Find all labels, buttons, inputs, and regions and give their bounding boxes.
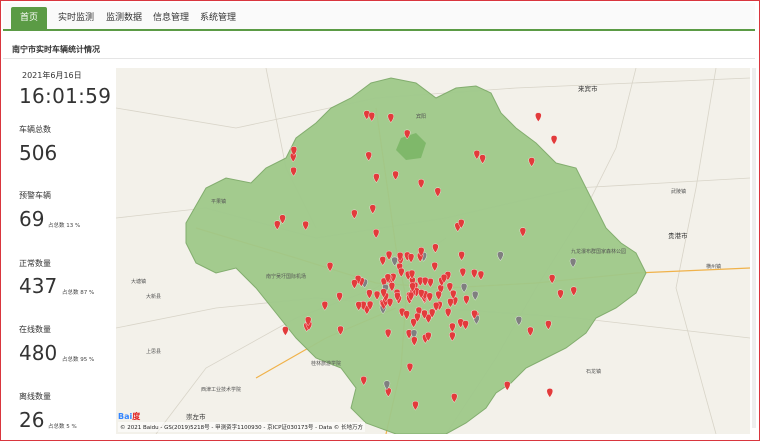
map-label-guigang: 贵港市	[668, 232, 688, 240]
map-label-laibin: 来宾市	[578, 85, 598, 93]
normal-vehicles-percent: 占总数 87 %	[62, 290, 95, 296]
vehicle-marker[interactable]	[550, 135, 558, 145]
map-label-shangsi: 上思县	[146, 349, 162, 355]
map-label-hengzhou: 横州镇	[706, 264, 722, 270]
panel-title: 南宁市实时车辆统计情况	[12, 45, 100, 54]
online-vehicles-percent: 占总数 95 %	[62, 357, 95, 363]
map-label-wuling: 武陵镇	[671, 189, 687, 195]
normal-vehicles-value: 437	[19, 274, 58, 298]
region-area	[185, 77, 647, 434]
map-label-pingguo: 平果镇	[211, 199, 227, 205]
offline-vehicles-value: 26	[19, 408, 45, 432]
offline-vehicles-percent: 占总数 5 %	[48, 424, 77, 430]
tab-info-management[interactable]: 信息管理	[144, 7, 198, 29]
offline-vehicles-label: 离线数量	[19, 392, 51, 401]
map-copyright: © 2021 Baidu - GS(2019)5218号 - 甲测资字11009…	[118, 422, 366, 432]
map-label-xijin-college: 西津工业技术学院	[201, 387, 242, 393]
tab-system-management[interactable]: 系统管理	[191, 7, 245, 29]
map-label-datang: 大塘镇	[131, 279, 147, 285]
online-vehicles-label: 在线数量	[19, 325, 51, 334]
map-label-daxin: 大新县	[146, 294, 162, 300]
map-label-guilin-college: 桂林旅游学院	[311, 361, 342, 367]
tab-monitoring-data[interactable]: 监测数据	[97, 7, 151, 29]
map-canvas	[116, 68, 750, 434]
vehicle-marker[interactable]	[282, 326, 289, 336]
alarm-vehicles-value: 69	[19, 207, 45, 231]
divider	[3, 58, 755, 59]
baidu-logo-accent: 度	[132, 412, 141, 421]
map-scrollbar[interactable]	[752, 68, 756, 428]
top-navigation: 首页 实时监测 监测数据 信息管理 系统管理	[3, 3, 755, 31]
online-vehicles-value: 480	[19, 341, 58, 365]
tab-realtime-monitoring[interactable]: 实时监测	[49, 7, 103, 29]
map-label-wuxu-airport: 南宁吴圩国际机场	[266, 274, 307, 280]
vehicle-marker[interactable]	[546, 388, 553, 398]
map-label-shilong: 石龙镇	[586, 369, 602, 375]
alarm-vehicles-label: 预警车辆	[19, 191, 51, 200]
map-label-chongzuo: 崇左市	[186, 413, 206, 421]
tab-home[interactable]: 首页	[11, 7, 48, 29]
current-time: 16:01:59	[19, 84, 112, 108]
map-label-jiulong: 九龙瀑布群国家森林公园	[571, 249, 627, 255]
vehicle-marker[interactable]	[535, 112, 542, 123]
total-vehicles-label: 车辆总数	[19, 125, 51, 134]
alarm-vehicles-percent: 占总数 13 %	[48, 223, 81, 229]
baidu-logo: Bai度	[118, 411, 140, 422]
current-date: 2021年6月16日	[22, 71, 82, 80]
total-vehicles-value: 506	[19, 141, 58, 165]
baidu-logo-text: Bai	[118, 412, 133, 421]
vehicle-map[interactable]: 来宾市 贵港市 崇左市 宾阳 武陵镇 九龙瀑布群国家森林公园 大塘镇 大新县 南…	[116, 68, 750, 434]
normal-vehicles-label: 正常数量	[19, 259, 51, 268]
map-label-binyang: 宾阳	[416, 114, 427, 120]
vehicle-marker[interactable]	[504, 381, 511, 391]
